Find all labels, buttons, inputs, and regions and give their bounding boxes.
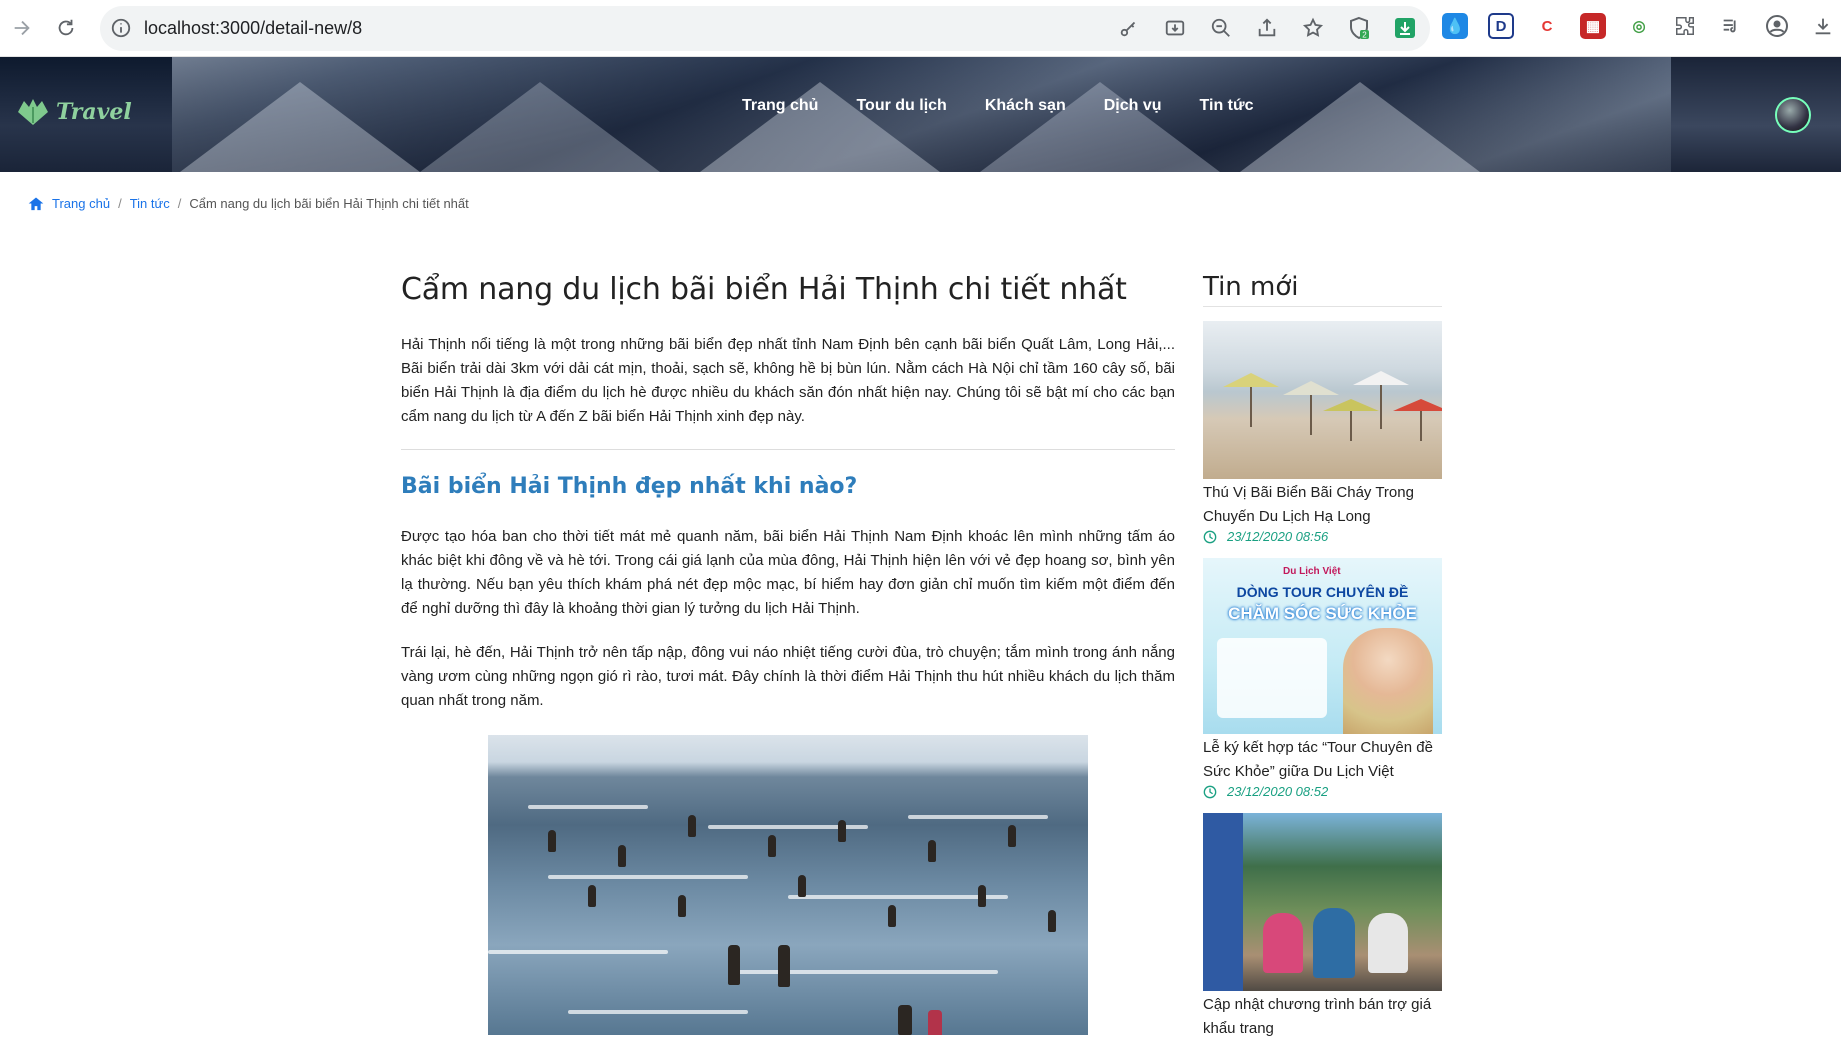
reload-icon[interactable] xyxy=(52,14,80,42)
news-thumbnail[interactable] xyxy=(1203,813,1442,991)
bookmark-star-icon[interactable] xyxy=(1300,15,1326,41)
profile-icon[interactable] xyxy=(1764,13,1790,39)
grid-extension-icon[interactable]: ▦ xyxy=(1580,13,1606,39)
forward-icon[interactable] xyxy=(8,14,36,42)
color-extension-icon[interactable]: ◎ xyxy=(1626,13,1652,39)
media-list-icon[interactable] xyxy=(1718,13,1744,39)
svg-text:2: 2 xyxy=(1362,31,1367,40)
banner-line-2: CHĂM SÓC SỨC KHỎE xyxy=(1228,604,1417,623)
clock-icon xyxy=(1203,785,1217,798)
news-thumbnail[interactable]: Du Lịch Việt DÒNG TOUR CHUYÊN ĐỀ CHĂM SÓ… xyxy=(1203,558,1442,734)
article-intro: Hải Thịnh nổi tiếng là một trong những b… xyxy=(401,336,1175,425)
d-extension-icon[interactable]: D xyxy=(1488,13,1514,39)
breadcrumb: Trang chủ / Tin tức / Cẩm nang du lịch b… xyxy=(28,196,469,211)
install-icon[interactable] xyxy=(1162,15,1188,41)
sidebar-heading: Tin mới xyxy=(1203,272,1442,307)
site-header: Travel Trang chủ Tour du lịch Khách sạn … xyxy=(0,57,1841,172)
divider xyxy=(401,449,1175,450)
user-avatar[interactable] xyxy=(1775,97,1811,133)
download-ext-icon[interactable] xyxy=(1392,15,1418,41)
news-date-text: 23/12/2020 08:56 xyxy=(1227,529,1329,544)
breadcrumb-separator: / xyxy=(177,196,182,211)
sidebar-news: Tin mới Thú Vị Bãi Biển Bãi Cháy Trong C… xyxy=(1203,272,1442,1041)
address-bar[interactable]: localhost:3000/detail-new/8 2 xyxy=(100,6,1430,51)
breadcrumb-home[interactable]: Trang chủ xyxy=(52,196,110,211)
news-item[interactable]: Thú Vị Bãi Biển Bãi Cháy Trong Chuyến Du… xyxy=(1203,321,1442,544)
breadcrumb-separator: / xyxy=(118,196,122,211)
news-thumbnail[interactable] xyxy=(1203,321,1442,479)
share-icon[interactable] xyxy=(1254,15,1280,41)
site-info-icon[interactable] xyxy=(110,17,132,39)
article-title: Cẩm nang du lịch bãi biển Hải Thịnh chi … xyxy=(401,272,1127,307)
browser-toolbar: localhost:3000/detail-new/8 2 💧 D C ▦ ◎ xyxy=(0,0,1841,57)
article-paragraph: Trái lại, hè đến, Hải Thịnh trở nên tấp … xyxy=(401,644,1175,709)
zoom-out-icon[interactable] xyxy=(1208,15,1234,41)
logo-text: Travel xyxy=(56,99,132,125)
banner-line-1: DÒNG TOUR CHUYÊN ĐỀ xyxy=(1236,584,1409,600)
leaf-logo-icon xyxy=(18,99,48,125)
section-heading: Bãi biển Hải Thịnh đẹp nhất khi nào? xyxy=(401,474,858,499)
news-date: 23/12/2020 08:56 xyxy=(1203,529,1442,544)
news-date: 23/12/2020 08:52 xyxy=(1203,784,1442,799)
nav-news[interactable]: Tin tức xyxy=(1200,97,1254,115)
nav-hotels[interactable]: Khách sạn xyxy=(985,97,1066,115)
article-paragraph: Được tạo hóa ban cho thời tiết mát mẻ qu… xyxy=(401,528,1175,617)
news-title[interactable]: Lễ ký kết hợp tác “Tour Chuyên đề Sức Kh… xyxy=(1203,736,1442,784)
news-date-text: 23/12/2020 08:52 xyxy=(1227,784,1329,799)
news-item[interactable]: Cập nhật chương trình bán trợ giá khẩu t… xyxy=(1203,813,1442,1041)
key-icon[interactable] xyxy=(1116,15,1142,41)
news-item[interactable]: Du Lịch Việt DÒNG TOUR CHUYÊN ĐỀ CHĂM SÓ… xyxy=(1203,558,1442,799)
downloads-icon[interactable] xyxy=(1810,13,1836,39)
beach-photo xyxy=(488,735,1088,1035)
breadcrumb-news[interactable]: Tin tức xyxy=(130,196,170,211)
nav-services[interactable]: Dịch vụ xyxy=(1104,97,1162,115)
breadcrumb-current: Cẩm nang du lịch bãi biển Hải Thịnh chi … xyxy=(189,196,469,211)
main-nav: Trang chủ Tour du lịch Khách sạn Dịch vụ… xyxy=(742,97,1254,115)
news-title[interactable]: Thú Vị Bãi Biển Bãi Cháy Trong Chuyến Du… xyxy=(1203,481,1442,529)
url-text[interactable]: localhost:3000/detail-new/8 xyxy=(144,18,362,39)
site-logo[interactable]: Travel xyxy=(16,97,132,127)
drop-extension-icon[interactable]: 💧 xyxy=(1442,13,1468,39)
banner-brand: Du Lịch Việt xyxy=(1283,566,1341,577)
extension-shield-icon[interactable]: 2 xyxy=(1346,15,1372,41)
article: Cẩm nang du lịch bãi biển Hải Thịnh chi … xyxy=(401,272,1175,1035)
nav-tours[interactable]: Tour du lịch xyxy=(856,97,946,115)
nav-home[interactable]: Trang chủ xyxy=(742,97,818,115)
c-extension-icon[interactable]: C xyxy=(1534,13,1560,39)
home-icon[interactable] xyxy=(28,196,44,211)
puzzle-icon[interactable] xyxy=(1672,13,1698,39)
clock-icon xyxy=(1203,530,1217,543)
